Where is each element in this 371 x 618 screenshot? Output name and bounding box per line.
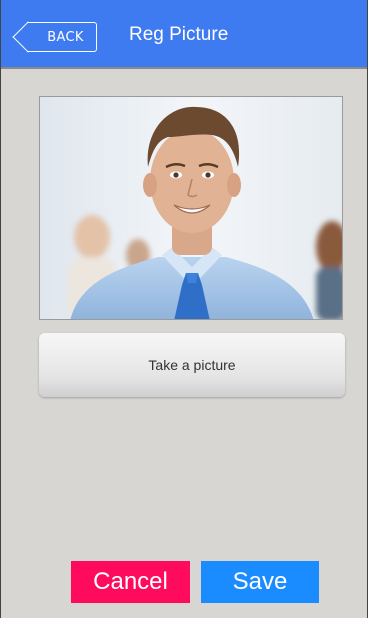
- screen-frame: BACK Reg Picture Take a picture Cancel S…: [0, 0, 368, 618]
- page-title: Reg Picture: [129, 24, 229, 45]
- cancel-button-label: Cancel: [93, 568, 168, 595]
- back-button-label: BACK: [47, 29, 84, 45]
- back-button[interactable]: BACK: [27, 22, 97, 52]
- person-photo-icon: [40, 97, 342, 319]
- registered-photo: [39, 96, 343, 320]
- take-picture-label: Take a picture: [148, 357, 236, 373]
- take-picture-button[interactable]: Take a picture: [39, 333, 345, 397]
- header-bar: BACK Reg Picture: [1, 0, 367, 69]
- save-button[interactable]: Save: [201, 561, 319, 603]
- save-button-label: Save: [232, 568, 288, 595]
- cancel-button[interactable]: Cancel: [71, 561, 190, 603]
